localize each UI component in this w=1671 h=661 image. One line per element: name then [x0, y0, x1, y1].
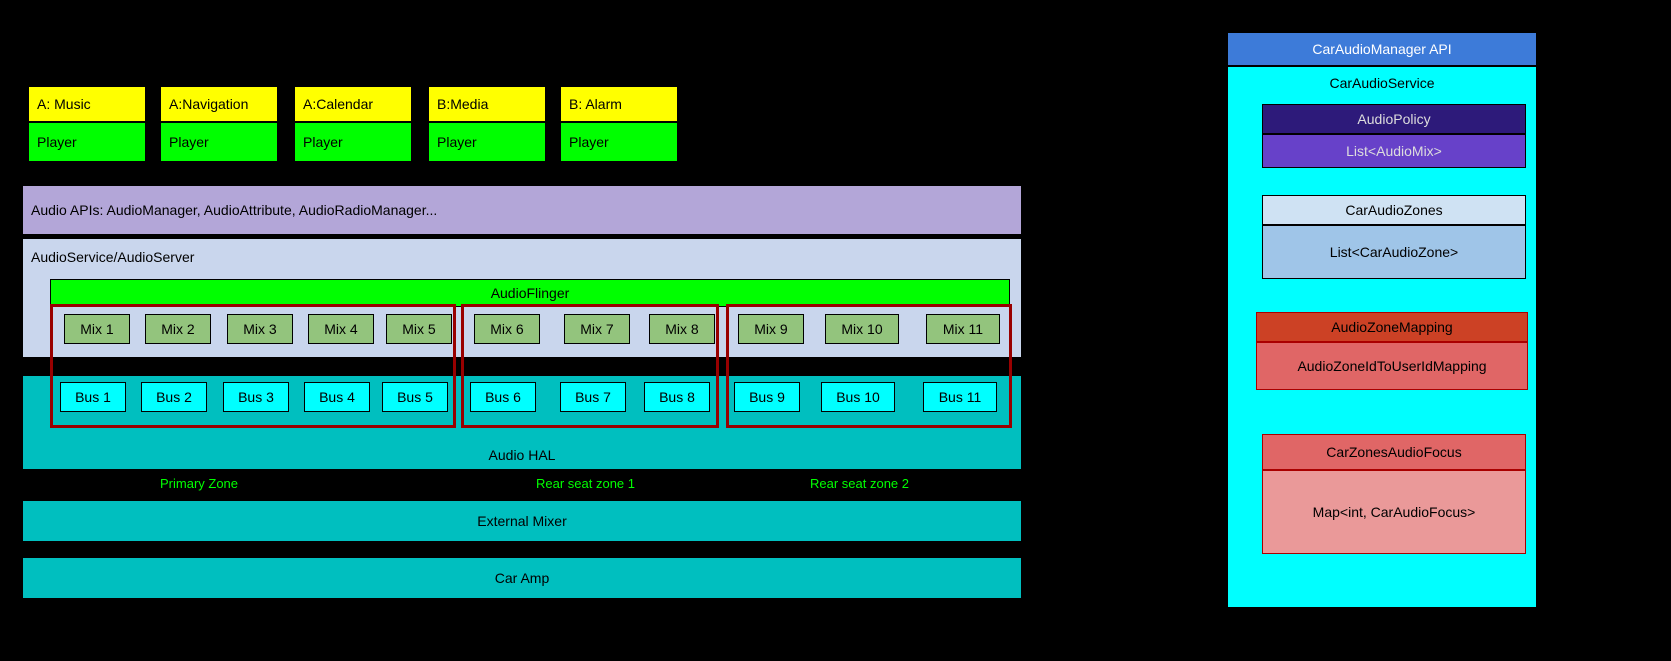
external-mixer: External Mixer [22, 500, 1022, 542]
app-a-music: A: Music [28, 86, 146, 122]
primary-zone-label: Primary Zone [160, 476, 238, 491]
audio-apis: Audio APIs: AudioManager, AudioAttribute… [22, 185, 1022, 235]
app-a-navigation: A:Navigation [160, 86, 278, 122]
audio-flinger: AudioFlinger [50, 279, 1010, 307]
app-b-media-player: Player [428, 122, 546, 162]
audio-zone-mapping: AudioZoneMapping [1256, 312, 1528, 342]
rear-zone-2-border [726, 304, 1012, 428]
audio-policy-list: List<AudioMix> [1262, 134, 1526, 168]
rear-zone-1-border [461, 304, 719, 428]
rear-zone-2-label: Rear seat zone 2 [810, 476, 909, 491]
car-zones-audio-focus: CarZonesAudioFocus [1262, 434, 1526, 470]
app-b-alarm: B: Alarm [560, 86, 678, 122]
car-audio-manager-api: CarAudioManager API [1227, 32, 1537, 66]
audio-zone-id-mapping: AudioZoneIdToUserIdMapping [1256, 342, 1528, 390]
car-audio-focus-map: Map<int, CarAudioFocus> [1262, 470, 1526, 554]
car-amp: Car Amp [22, 557, 1022, 599]
car-audio-zone-list: List<CarAudioZone> [1262, 225, 1526, 279]
primary-zone-border [50, 304, 456, 428]
app-b-alarm-player: Player [560, 122, 678, 162]
app-a-calendar: A:Calendar [294, 86, 412, 122]
app-a-music-player: Player [28, 122, 146, 162]
audio-policy: AudioPolicy [1262, 104, 1526, 134]
app-a-navigation-player: Player [160, 122, 278, 162]
car-audio-zones: CarAudioZones [1262, 195, 1526, 225]
app-b-media: B:Media [428, 86, 546, 122]
app-a-calendar-player: Player [294, 122, 412, 162]
rear-zone-1-label: Rear seat zone 1 [536, 476, 635, 491]
